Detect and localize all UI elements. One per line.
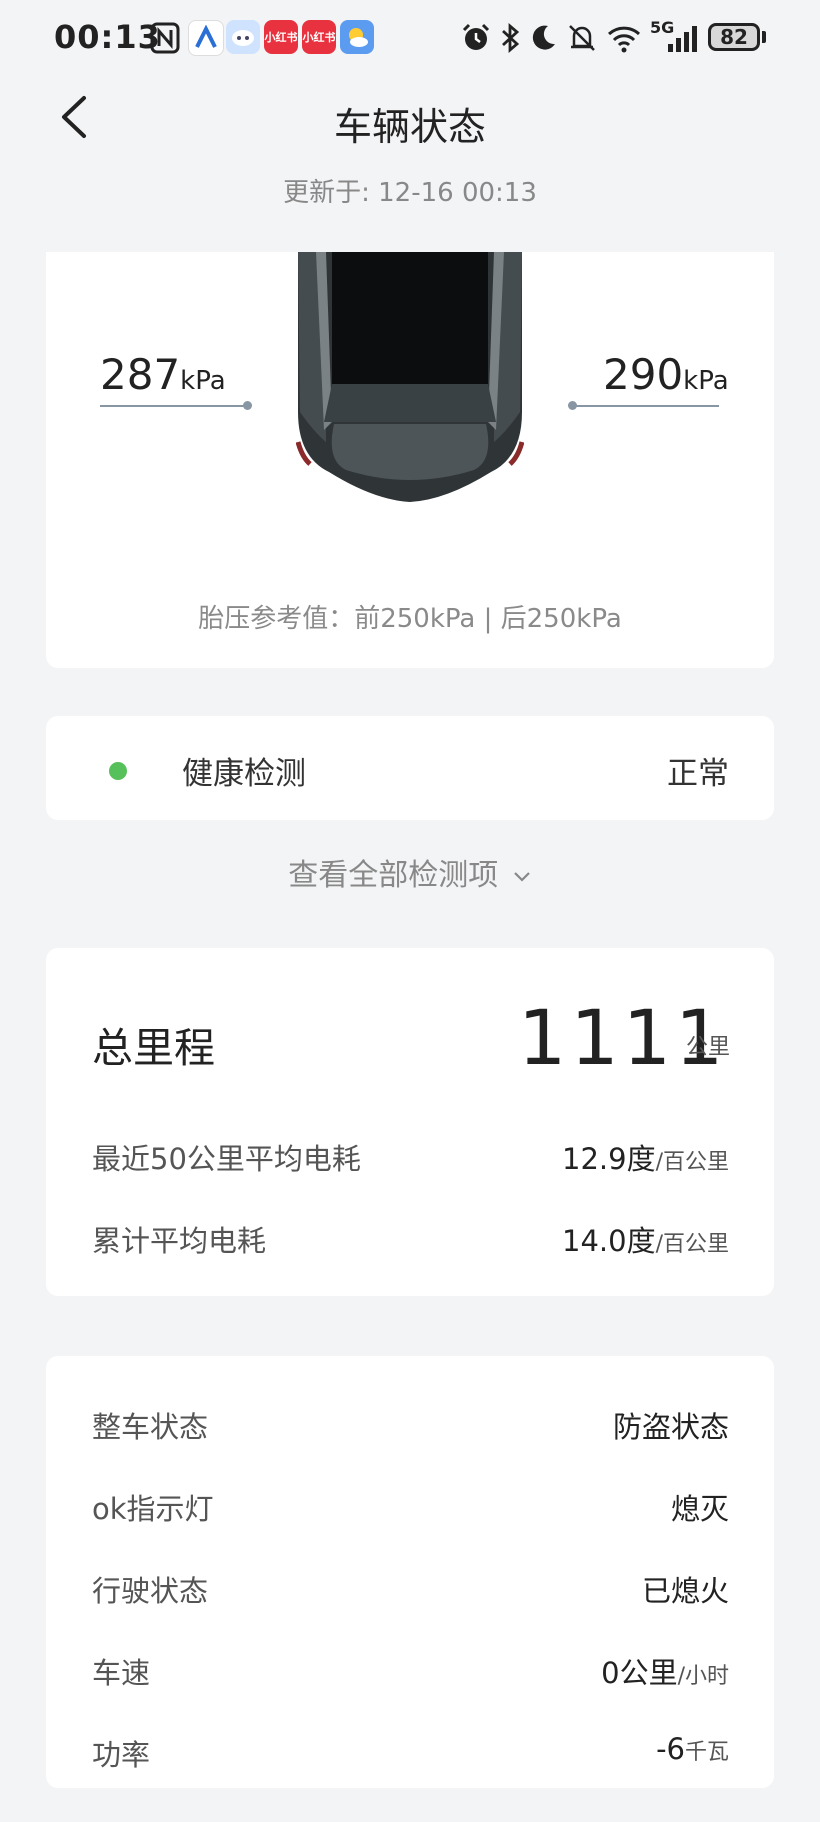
total-mileage-label: 总里程 [92,1024,215,1072]
status-row-value: 0公里/小时 [601,1650,729,1692]
tire-reference-text: 胎压参考值：前250kPa | 后250kPa [198,604,622,634]
view-all-checks-label: 查看全部检测项 [288,858,499,893]
car-app-icon [188,20,224,56]
right-tire-value: 290 [603,350,684,399]
health-status-dot [109,762,127,780]
assistant-app-icon [226,20,260,54]
status-row-label: 车速 [92,1656,151,1690]
status-row-value: 防盗状态 [613,1404,729,1446]
cumulative-consumption-number: 14.0度 [562,1224,656,1258]
health-check-label: 健康检测 [182,756,306,792]
car-top-view-image [296,252,524,502]
status-row-number: 熄灭 [670,1492,729,1526]
status-row-number: -6 [656,1732,685,1766]
cumulative-consumption-label: 累计平均电耗 [92,1224,267,1258]
updated-time: 更新于: 12-16 00:13 [283,178,537,208]
left-tire-indicator-line [100,405,246,407]
status-row-value: 熄灭 [671,1486,729,1528]
status-row-number: 已熄火 [641,1574,729,1608]
status-row-label: 整车状态 [92,1410,209,1444]
right-tire-indicator-line [573,405,719,407]
signal-icon [668,26,697,52]
recent-consumption-value: 12.9度/百公里 [562,1136,729,1178]
cumulative-consumption-unit: /百公里 [655,1232,729,1257]
status-bar: 00:13 小红书 小红书 5G 82 [0,0,820,80]
status-row-number: 防盗状态 [612,1410,729,1444]
status-row-value: 已熄火 [642,1568,729,1610]
wifi-icon [607,26,641,53]
xiaohongshu-app-icon: 小红书 [264,20,298,54]
xiaohongshu-app-icon: 小红书 [302,20,336,54]
right-tire-indicator-dot [568,401,577,410]
alarm-icon [462,23,490,50]
status-row-unit: /小时 [677,1664,729,1689]
health-check-card[interactable] [46,716,774,820]
total-mileage-unit: 公里 [686,1035,731,1060]
page-title: 车辆状态 [333,105,486,149]
left-tire-value: 287 [100,350,181,399]
recent-consumption-number: 12.9度 [562,1142,656,1176]
status-row-value: -6千瓦 [656,1732,729,1766]
left-tire-indicator-dot [243,401,252,410]
right-tire-pressure: 290kPa [603,350,729,399]
health-check-value: 正常 [667,756,729,792]
bluetooth-icon [502,22,520,54]
cumulative-consumption-value: 14.0度/百公里 [562,1218,729,1260]
battery-level: 82 [720,25,748,49]
nfc-icon [150,22,180,54]
left-tire-unit: kPa [180,366,226,396]
status-row-label: 功率 [92,1738,151,1772]
left-tire-pressure: 287kPa [100,350,226,399]
moon-icon [532,25,555,50]
battery-icon: 82 [708,23,760,51]
status-row-label: ok指示灯 [92,1492,214,1526]
view-all-checks-link[interactable]: 查看全部检测项 [0,850,820,894]
recent-consumption-unit: /百公里 [655,1150,729,1175]
status-row-number: 0公里 [601,1656,678,1690]
status-time: 00:13 [54,18,161,56]
status-row-unit: 千瓦 [684,1740,729,1765]
mute-bell-icon [569,25,595,51]
weather-app-icon [340,20,374,54]
chevron-down-icon [513,871,530,882]
right-tire-unit: kPa [683,366,729,396]
battery-tip [762,31,766,43]
recent-consumption-label: 最近50公里平均电耗 [92,1142,361,1176]
status-row-label: 行驶状态 [92,1574,209,1608]
